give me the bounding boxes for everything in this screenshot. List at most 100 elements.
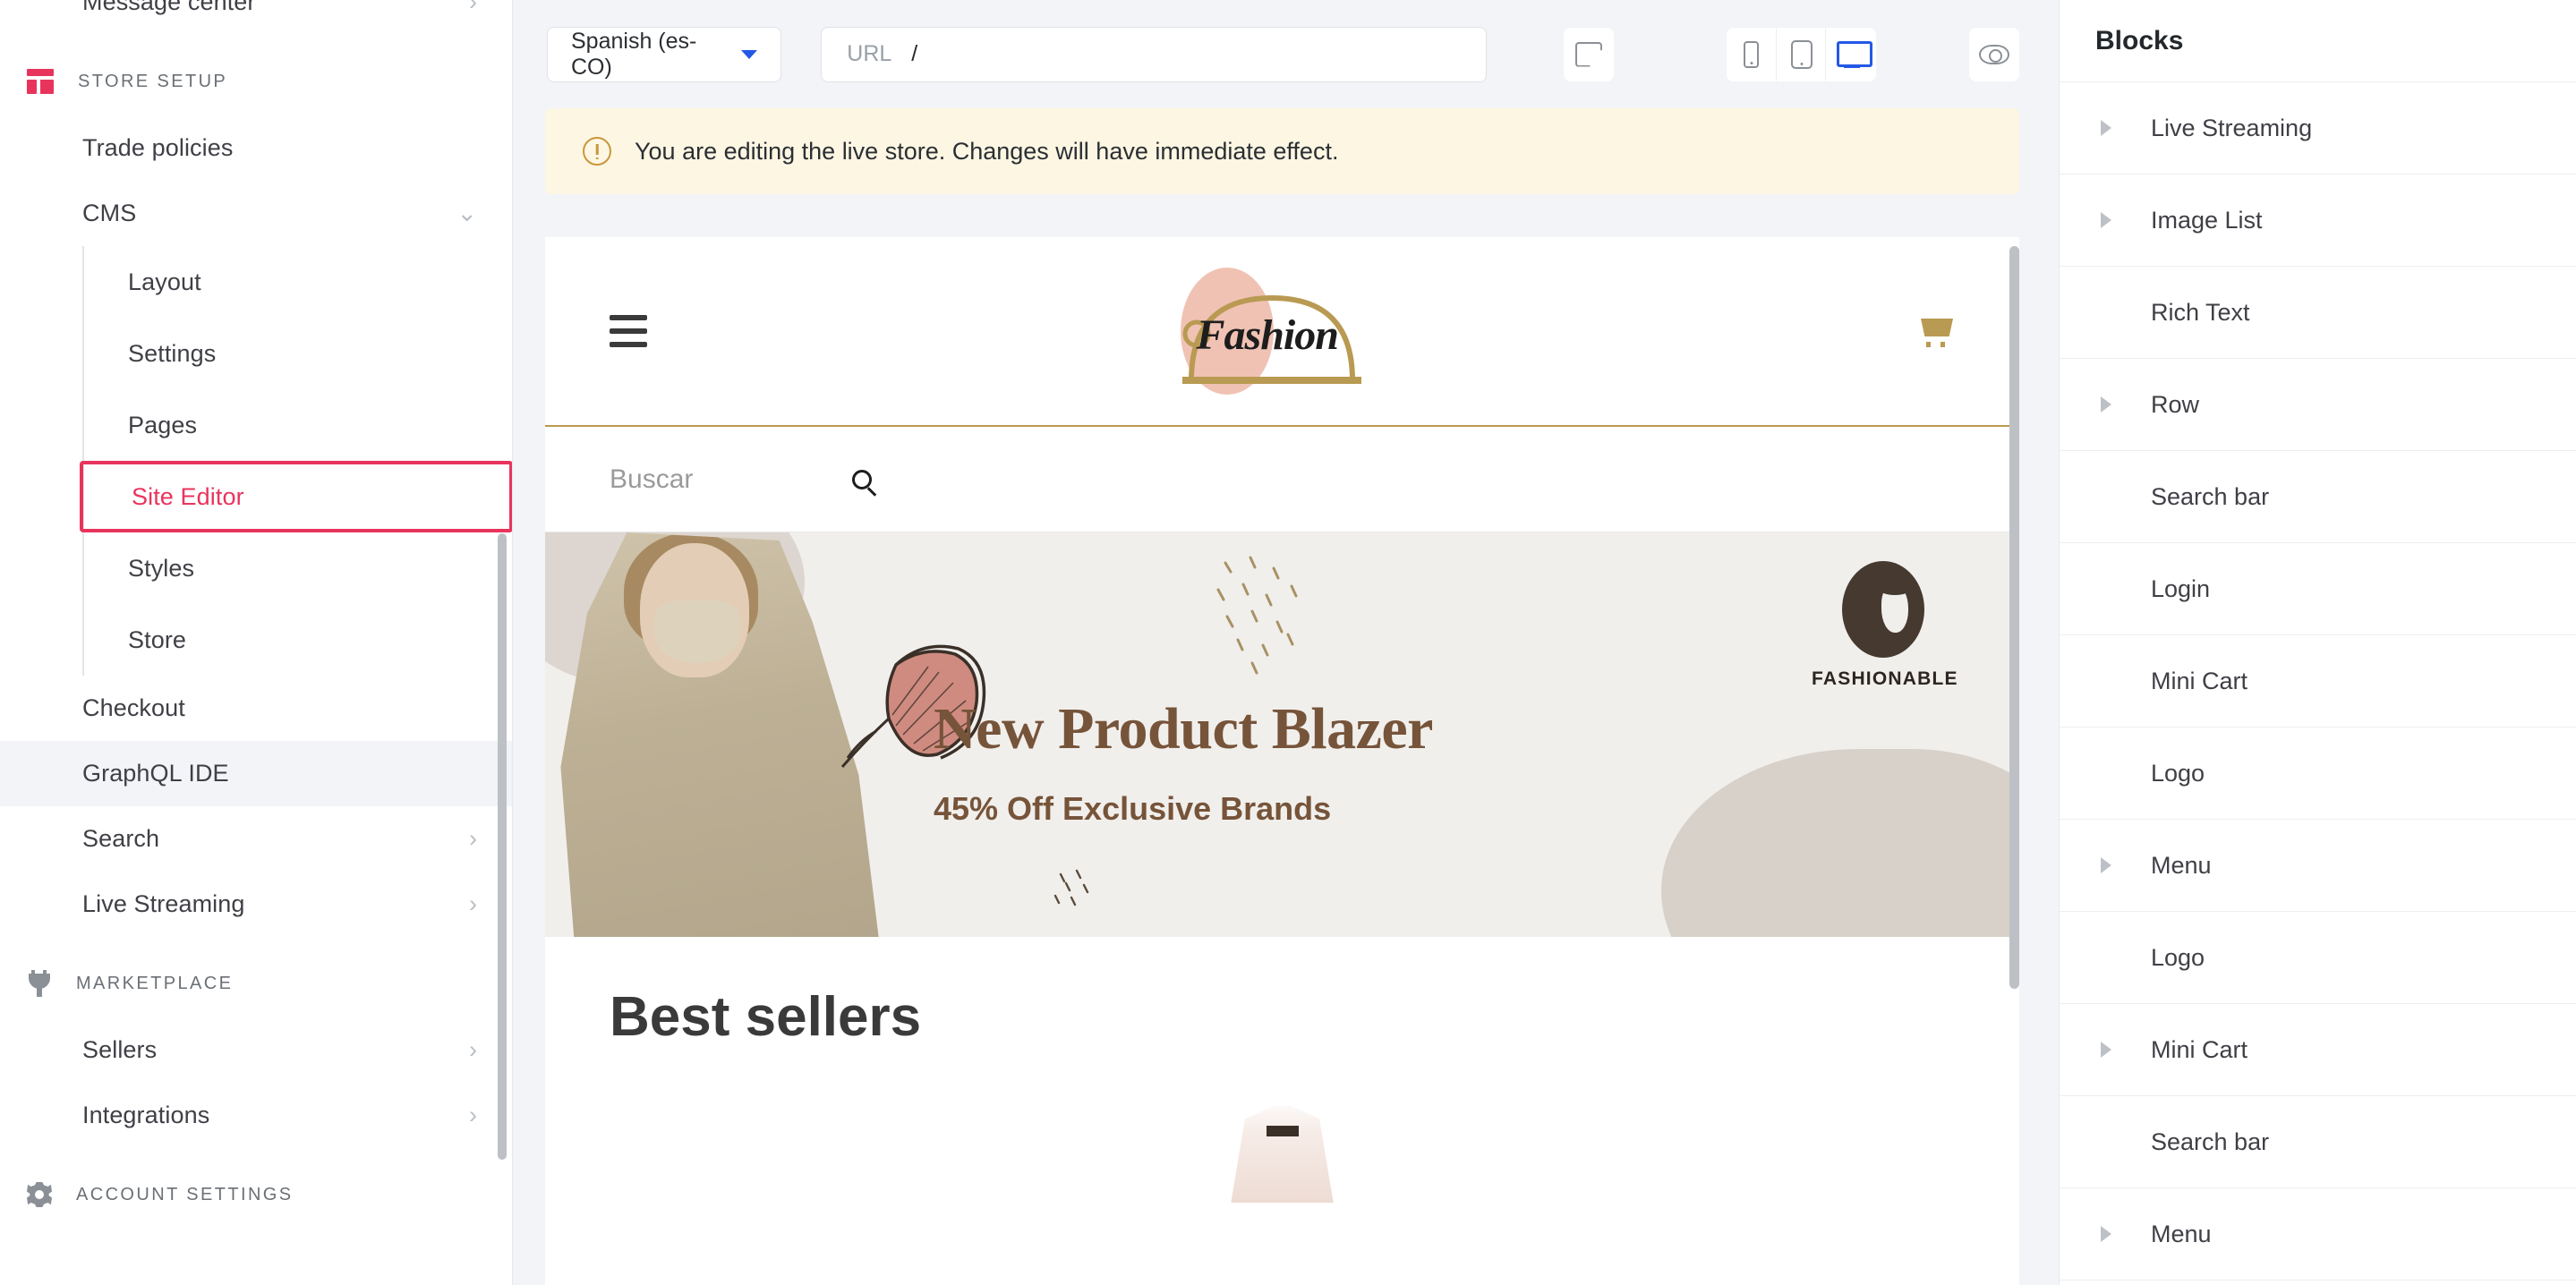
sidebar-item-cms[interactable]: CMS ⌄ <box>0 181 512 246</box>
sidebar-item-search[interactable]: Search › <box>0 806 512 872</box>
sidebar-item-message-center[interactable]: Message center › <box>0 0 512 35</box>
block-item-label: Search bar <box>2151 1128 2270 1155</box>
cart-icon[interactable] <box>1919 315 1955 347</box>
store-preview-frame: Fashion Buscar New Product Blazer 45% Of… <box>545 237 2019 1285</box>
blocks-panel-title: Blocks <box>2095 25 2184 55</box>
cursor-select-icon <box>1575 42 1602 67</box>
block-item[interactable]: Row <box>2060 359 2576 451</box>
sidebar-item-label: Live Streaming <box>82 890 245 917</box>
brand-label: FASHIONABLE <box>1812 668 1958 689</box>
block-item[interactable]: Logo <box>2060 728 2576 820</box>
sidebar-item-sellers[interactable]: Sellers › <box>0 1017 512 1083</box>
sidebar-item-live-streaming[interactable]: Live Streaming › <box>0 872 512 937</box>
store-header: Fashion <box>545 237 2019 427</box>
editor-main: Spanish (es-CO) URL / You are editing th… <box>513 0 2059 1285</box>
sidebar-item-label: CMS <box>82 200 137 226</box>
product-image[interactable] <box>1166 1095 1399 1203</box>
sidebar-item-checkout[interactable]: Checkout <box>0 676 512 741</box>
sidebar-item-trade-policies[interactable]: Trade policies <box>0 115 512 181</box>
store-logo[interactable]: Fashion <box>1175 264 1390 398</box>
fashionable-brand-logo: FASHIONABLE <box>1812 561 1958 690</box>
block-item[interactable]: Menu <box>2060 1188 2576 1281</box>
block-item-label: Live Streaming <box>2151 114 2313 141</box>
sidebar-item-graphql-ide[interactable]: GraphQL IDE <box>0 741 512 806</box>
store-icon <box>27 69 54 94</box>
block-item[interactable]: Menu <box>2060 820 2576 912</box>
sidebar-item-site-editor[interactable]: Site Editor <box>80 461 512 532</box>
block-item[interactable]: Image List <box>2060 174 2576 267</box>
sidebar-scrollbar[interactable] <box>498 533 507 1160</box>
sidebar-item-label: Message center <box>82 0 256 15</box>
url-input[interactable]: URL / <box>821 26 1487 82</box>
block-item-label: Mini Cart <box>2151 667 2248 694</box>
hero-title: New Product Blazer <box>934 696 1433 762</box>
block-item[interactable]: Live Streaming <box>2060 82 2576 174</box>
block-item[interactable]: Mini Cart <box>2060 635 2576 728</box>
sidebar-item-label: Site Editor <box>132 482 244 510</box>
block-item-label: Login <box>2151 574 2211 602</box>
blocks-panel: Blocks Live Streaming Image List Rich Text… <box>2059 0 2576 1285</box>
block-item[interactable]: Login <box>2060 543 2576 635</box>
sidebar-item-label: Layout <box>128 268 201 295</box>
block-item[interactable]: Rich Text <box>2060 267 2576 359</box>
hamburger-icon[interactable] <box>610 315 647 347</box>
device-tablet-button[interactable] <box>1776 27 1827 81</box>
block-item[interactable]: Search bar <box>2060 451 2576 543</box>
app-root: Message center › STORE SETUP Trade polic… <box>0 0 2576 1285</box>
hero-dots-decoration <box>1216 556 1298 675</box>
expand-triangle-icon[interactable] <box>2095 396 2117 413</box>
sidebar-item-store[interactable]: Store <box>82 604 512 676</box>
store-search-bar[interactable]: Buscar <box>545 427 2019 532</box>
sidebar-item-label: Trade policies <box>82 134 234 161</box>
url-value: / <box>911 41 918 66</box>
block-item-label: Mini Cart <box>2151 1035 2248 1063</box>
block-item[interactable]: Mini Cart <box>2060 1004 2576 1096</box>
section-title: Best sellers <box>610 986 922 1048</box>
sidebar-item-layout[interactable]: Layout <box>82 246 512 318</box>
main-sidebar: Message center › STORE SETUP Trade polic… <box>0 0 513 1285</box>
language-selector[interactable]: Spanish (es-CO) <box>547 26 782 82</box>
block-item-label: Rich Text <box>2151 298 2250 326</box>
block-item-label: Menu <box>2151 851 2212 879</box>
sidebar-item-styles[interactable]: Styles <box>82 532 512 604</box>
hero-decoration-blob <box>1661 749 2019 937</box>
expand-triangle-icon[interactable] <box>2095 120 2117 136</box>
sidebar-item-label: Integrations <box>82 1102 210 1128</box>
logo-text: Fashion <box>1196 311 1339 359</box>
sidebar-item-label: Search <box>82 825 160 852</box>
sidebar-item-settings[interactable]: Settings <box>82 318 512 389</box>
sidebar-item-label: Settings <box>128 339 217 367</box>
sidebar-section-label: MARKETPLACE <box>76 973 234 993</box>
expand-triangle-icon[interactable] <box>2095 1226 2117 1242</box>
chevron-down-icon <box>741 49 758 59</box>
sidebar-item-label: GraphQL IDE <box>82 760 229 787</box>
url-label: URL <box>847 41 892 66</box>
preview-button[interactable] <box>1969 27 2019 81</box>
preview-scrollbar[interactable] <box>2009 246 2019 989</box>
sidebar-section-marketplace: MARKETPLACE <box>0 949 512 1017</box>
model-face-mask <box>654 600 740 663</box>
sidebar-item-pages[interactable]: Pages <box>82 389 512 461</box>
sidebar-item-integrations[interactable]: Integrations › <box>0 1083 512 1148</box>
sidebar-section-label: ACCOUNT SETTINGS <box>76 1184 294 1204</box>
sidebar-section-account-settings: ACCOUNT SETTINGS <box>0 1161 512 1229</box>
expand-triangle-icon[interactable] <box>2095 857 2117 873</box>
blocks-panel-header: Blocks <box>2060 0 2576 82</box>
expand-triangle-icon[interactable] <box>2095 212 2117 228</box>
banner-message: You are editing the live store. Changes … <box>635 137 1339 165</box>
chevron-right-icon: › <box>469 890 477 917</box>
device-mobile-button[interactable] <box>1726 27 1777 81</box>
plug-icon <box>27 970 52 997</box>
sidebar-submenu-cms: Layout Settings Pages Site Editor Styles… <box>0 246 512 676</box>
device-desktop-button[interactable] <box>1826 27 1877 81</box>
chevron-right-icon: › <box>469 1036 477 1063</box>
block-item-label: Logo <box>2151 759 2205 787</box>
search-input-placeholder: Buscar <box>610 464 694 494</box>
select-element-button[interactable] <box>1563 27 1614 81</box>
chevron-down-icon: ⌄ <box>456 200 477 226</box>
block-item[interactable]: Search bar <box>2060 1096 2576 1188</box>
expand-triangle-icon[interactable] <box>2095 1042 2117 1058</box>
search-icon[interactable] <box>852 469 873 489</box>
mobile-icon <box>1744 40 1760 68</box>
block-item[interactable]: Logo <box>2060 912 2576 1004</box>
